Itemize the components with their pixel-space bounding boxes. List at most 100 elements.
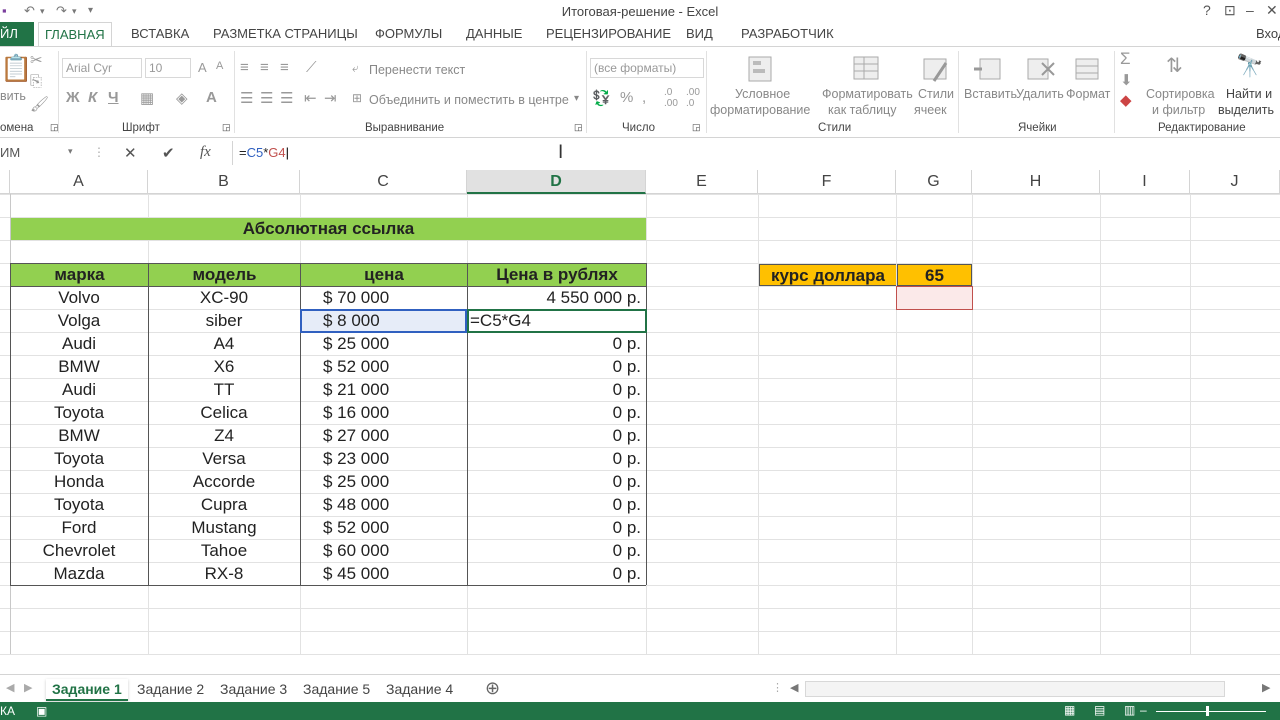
table-cell[interactable]: Audi — [11, 333, 147, 355]
delete-cells-icon[interactable] — [1024, 53, 1056, 85]
table-cell[interactable]: Volvo — [11, 287, 147, 309]
clear-icon[interactable]: ◆ — [1120, 91, 1132, 109]
format-as-table-line2[interactable]: как таблицу — [828, 103, 896, 117]
table-cell[interactable]: Accorde — [149, 471, 299, 493]
decrease-decimal-icon[interactable]: .00.0 — [686, 87, 700, 109]
table-cell[interactable]: BMW — [11, 425, 147, 447]
page-layout-view-icon[interactable]: ▤ — [1094, 703, 1105, 717]
fill-icon[interactable]: ⬇ — [1120, 71, 1133, 89]
table-cell[interactable]: Toyota — [11, 448, 147, 470]
horizontal-scrollbar[interactable] — [805, 681, 1225, 697]
table-cell[interactable]: 0 р. — [468, 425, 645, 447]
increase-font-icon[interactable]: A — [198, 60, 207, 75]
font-size-select[interactable]: 10 — [145, 58, 191, 78]
table-cell[interactable]: 0 р. — [468, 402, 645, 424]
align-left-icon[interactable]: ☰ — [240, 89, 253, 107]
table-cell[interactable]: $ 52 000 — [301, 356, 466, 378]
column-header-d[interactable]: D — [467, 170, 646, 194]
sheet-tab-4[interactable]: Задание 4 — [380, 679, 459, 701]
zoom-slider-thumb[interactable] — [1206, 706, 1209, 716]
column-header-i[interactable]: I — [1100, 170, 1190, 194]
format-as-table-icon[interactable] — [850, 53, 882, 85]
table-cell[interactable]: $ 21 000 — [301, 379, 466, 401]
table-cell[interactable]: $ 48 000 — [301, 494, 466, 516]
align-bottom-icon[interactable]: ≡ — [280, 59, 289, 76]
table-cell[interactable]: siber — [149, 310, 299, 332]
table-cell[interactable]: RX-8 — [149, 563, 299, 585]
font-launcher-icon[interactable]: ◲ — [222, 122, 231, 133]
sort-filter-icon[interactable]: ⇅ — [1166, 53, 1183, 78]
table-cell[interactable]: Z4 — [149, 425, 299, 447]
table-cell[interactable]: A4 — [149, 333, 299, 355]
table-cell[interactable]: $ 60 000 — [301, 540, 466, 562]
merge-icon[interactable]: ⊞ — [352, 91, 362, 105]
tab-home[interactable]: ГЛАВНАЯ — [38, 22, 112, 46]
decrease-font-icon[interactable]: A — [216, 60, 223, 72]
next-sheet-icon[interactable]: ▶ — [24, 681, 32, 694]
table-cell[interactable]: 0 р. — [468, 471, 645, 493]
table-cell[interactable]: 0 р. — [468, 563, 645, 585]
table-header-cell[interactable]: марка — [11, 264, 148, 286]
number-launcher-icon[interactable]: ◲ — [692, 122, 701, 133]
table-cell[interactable]: $ 23 000 — [301, 448, 466, 470]
table-cell[interactable]: Mustang — [149, 517, 299, 539]
alignment-launcher-icon[interactable]: ◲ — [574, 122, 583, 133]
cancel-entry-button[interactable]: ✕ — [124, 144, 137, 162]
find-select-icon[interactable]: 🔭 — [1236, 53, 1263, 79]
paste-label[interactable]: вить — [0, 89, 26, 103]
table-cell[interactable]: $ 25 000 — [301, 471, 466, 493]
column-header-c[interactable]: C — [300, 170, 467, 194]
table-cell[interactable]: Honda — [11, 471, 147, 493]
prev-sheet-icon[interactable]: ◀ — [6, 681, 14, 694]
merge-dropdown-icon[interactable]: ▾ — [574, 93, 579, 104]
borders-icon[interactable]: ▦ — [140, 89, 154, 107]
insert-function-button[interactable]: fx — [200, 144, 211, 161]
align-middle-icon[interactable]: ≡ — [260, 59, 269, 76]
conditional-formatting-line2[interactable]: форматирование — [710, 103, 810, 117]
table-cell[interactable]: Toyota — [11, 402, 147, 424]
table-cell[interactable]: 0 р. — [468, 379, 645, 401]
column-header-j[interactable]: J — [1190, 170, 1280, 194]
align-right-icon[interactable]: ☰ — [280, 89, 293, 107]
table-cell[interactable]: Cupra — [149, 494, 299, 516]
column-header-g[interactable]: G — [896, 170, 972, 194]
table-cell[interactable]: TT — [149, 379, 299, 401]
page-break-view-icon[interactable]: ▥ — [1124, 703, 1135, 717]
table-cell[interactable]: Tahoe — [149, 540, 299, 562]
sheet-title-cell[interactable]: Абсолютная ссылка — [11, 218, 646, 240]
formula-input[interactable]: =C5*G4| — [232, 141, 1280, 165]
table-cell[interactable]: $ 16 000 — [301, 402, 466, 424]
table-cell[interactable]: X6 — [149, 356, 299, 378]
autosum-icon[interactable]: Σ — [1120, 49, 1131, 69]
sort-filter-line1[interactable]: Сортировка — [1146, 87, 1215, 101]
find-select-line2[interactable]: выделить — [1218, 103, 1274, 117]
find-select-line1[interactable]: Найти и — [1226, 87, 1272, 101]
table-cell[interactable]: 0 р. — [468, 494, 645, 516]
macro-record-icon[interactable]: ▣ — [36, 704, 47, 718]
format-cells-icon[interactable] — [1072, 53, 1104, 85]
number-format-select[interactable]: (все форматы) — [590, 58, 704, 78]
delete-cells-button[interactable]: Удалить — [1016, 87, 1064, 101]
column-header-a[interactable]: A — [10, 170, 148, 194]
select-all-corner[interactable] — [0, 170, 10, 194]
column-header-h[interactable]: H — [972, 170, 1100, 194]
tab-view[interactable]: ВИД — [680, 22, 719, 46]
cell-styles-icon[interactable] — [920, 53, 952, 85]
conditional-formatting-line1[interactable]: Условное — [735, 87, 790, 101]
table-cell[interactable]: 0 р. — [468, 517, 645, 539]
font-color-icon[interactable]: A — [206, 89, 217, 106]
column-header-b[interactable]: B — [148, 170, 300, 194]
table-cell[interactable]: XC-90 — [149, 287, 299, 309]
rate-value-cell[interactable]: 65 — [897, 264, 972, 286]
copy-icon[interactable]: ⎘ — [30, 73, 42, 90]
name-box-dropdown-icon[interactable]: ▾ — [68, 146, 73, 157]
tab-developer[interactable]: РАЗРАБОТЧИК — [735, 22, 840, 46]
format-cells-button[interactable]: Формат — [1066, 87, 1110, 101]
align-top-icon[interactable]: ≡ — [240, 59, 249, 76]
help-button[interactable]: ? — [1203, 2, 1211, 18]
underline-button[interactable]: Ч — [108, 89, 119, 106]
ribbon-display-button[interactable]: ⊡ — [1224, 2, 1236, 19]
sheet-tab-1[interactable]: Задание 1 — [46, 679, 128, 701]
table-header-cell[interactable]: Цена в рублях — [468, 264, 646, 286]
tab-file[interactable]: ЙЛ — [0, 22, 34, 46]
